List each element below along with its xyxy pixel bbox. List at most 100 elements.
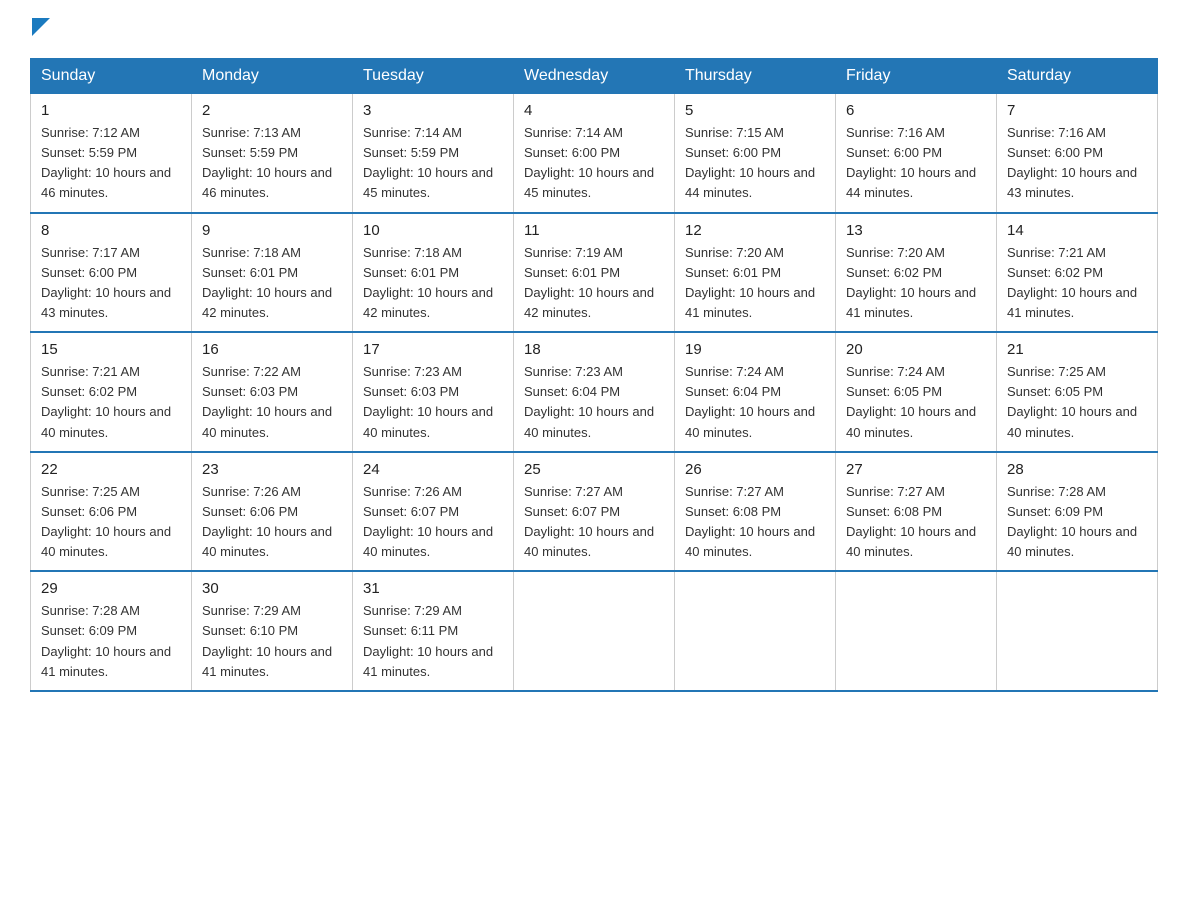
table-row <box>836 571 997 691</box>
day-info: Sunrise: 7:25 AMSunset: 6:05 PMDaylight:… <box>1007 362 1147 443</box>
day-info: Sunrise: 7:16 AMSunset: 6:00 PMDaylight:… <box>846 123 986 204</box>
table-row: 28 Sunrise: 7:28 AMSunset: 6:09 PMDaylig… <box>997 452 1158 572</box>
day-number: 21 <box>1007 341 1147 358</box>
day-info: Sunrise: 7:14 AMSunset: 5:59 PMDaylight:… <box>363 123 503 204</box>
day-info: Sunrise: 7:21 AMSunset: 6:02 PMDaylight:… <box>1007 243 1147 324</box>
day-number: 12 <box>685 222 825 239</box>
day-number: 10 <box>363 222 503 239</box>
table-row: 31 Sunrise: 7:29 AMSunset: 6:11 PMDaylig… <box>353 571 514 691</box>
table-row: 10 Sunrise: 7:18 AMSunset: 6:01 PMDaylig… <box>353 213 514 333</box>
day-number: 16 <box>202 341 342 358</box>
day-number: 28 <box>1007 461 1147 478</box>
table-row: 12 Sunrise: 7:20 AMSunset: 6:01 PMDaylig… <box>675 213 836 333</box>
calendar-table: Sunday Monday Tuesday Wednesday Thursday… <box>30 58 1158 692</box>
day-info: Sunrise: 7:14 AMSunset: 6:00 PMDaylight:… <box>524 123 664 204</box>
col-friday: Friday <box>836 59 997 94</box>
table-row: 14 Sunrise: 7:21 AMSunset: 6:02 PMDaylig… <box>997 213 1158 333</box>
day-info: Sunrise: 7:13 AMSunset: 5:59 PMDaylight:… <box>202 123 342 204</box>
day-info: Sunrise: 7:12 AMSunset: 5:59 PMDaylight:… <box>41 123 181 204</box>
day-number: 25 <box>524 461 664 478</box>
day-info: Sunrise: 7:24 AMSunset: 6:05 PMDaylight:… <box>846 362 986 443</box>
table-row: 9 Sunrise: 7:18 AMSunset: 6:01 PMDayligh… <box>192 213 353 333</box>
table-row <box>997 571 1158 691</box>
table-row: 8 Sunrise: 7:17 AMSunset: 6:00 PMDayligh… <box>31 213 192 333</box>
table-row: 24 Sunrise: 7:26 AMSunset: 6:07 PMDaylig… <box>353 452 514 572</box>
day-number: 30 <box>202 580 342 597</box>
day-number: 20 <box>846 341 986 358</box>
calendar-week-row: 1 Sunrise: 7:12 AMSunset: 5:59 PMDayligh… <box>31 94 1158 213</box>
day-info: Sunrise: 7:23 AMSunset: 6:03 PMDaylight:… <box>363 362 503 443</box>
day-info: Sunrise: 7:21 AMSunset: 6:02 PMDaylight:… <box>41 362 181 443</box>
day-number: 9 <box>202 222 342 239</box>
day-number: 13 <box>846 222 986 239</box>
day-info: Sunrise: 7:20 AMSunset: 6:02 PMDaylight:… <box>846 243 986 324</box>
day-info: Sunrise: 7:28 AMSunset: 6:09 PMDaylight:… <box>41 601 181 682</box>
day-info: Sunrise: 7:18 AMSunset: 6:01 PMDaylight:… <box>202 243 342 324</box>
calendar-week-row: 22 Sunrise: 7:25 AMSunset: 6:06 PMDaylig… <box>31 452 1158 572</box>
calendar-week-row: 8 Sunrise: 7:17 AMSunset: 6:00 PMDayligh… <box>31 213 1158 333</box>
day-info: Sunrise: 7:22 AMSunset: 6:03 PMDaylight:… <box>202 362 342 443</box>
table-row <box>514 571 675 691</box>
day-number: 7 <box>1007 102 1147 119</box>
day-number: 2 <box>202 102 342 119</box>
table-row: 5 Sunrise: 7:15 AMSunset: 6:00 PMDayligh… <box>675 94 836 213</box>
day-info: Sunrise: 7:16 AMSunset: 6:00 PMDaylight:… <box>1007 123 1147 204</box>
day-number: 31 <box>363 580 503 597</box>
table-row: 3 Sunrise: 7:14 AMSunset: 5:59 PMDayligh… <box>353 94 514 213</box>
calendar-week-row: 29 Sunrise: 7:28 AMSunset: 6:09 PMDaylig… <box>31 571 1158 691</box>
day-info: Sunrise: 7:17 AMSunset: 6:00 PMDaylight:… <box>41 243 181 324</box>
day-info: Sunrise: 7:23 AMSunset: 6:04 PMDaylight:… <box>524 362 664 443</box>
day-number: 19 <box>685 341 825 358</box>
col-saturday: Saturday <box>997 59 1158 94</box>
day-info: Sunrise: 7:27 AMSunset: 6:07 PMDaylight:… <box>524 482 664 563</box>
table-row: 26 Sunrise: 7:27 AMSunset: 6:08 PMDaylig… <box>675 452 836 572</box>
table-row: 17 Sunrise: 7:23 AMSunset: 6:03 PMDaylig… <box>353 332 514 452</box>
day-info: Sunrise: 7:26 AMSunset: 6:06 PMDaylight:… <box>202 482 342 563</box>
table-row: 1 Sunrise: 7:12 AMSunset: 5:59 PMDayligh… <box>31 94 192 213</box>
table-row: 15 Sunrise: 7:21 AMSunset: 6:02 PMDaylig… <box>31 332 192 452</box>
table-row: 20 Sunrise: 7:24 AMSunset: 6:05 PMDaylig… <box>836 332 997 452</box>
table-row: 23 Sunrise: 7:26 AMSunset: 6:06 PMDaylig… <box>192 452 353 572</box>
day-number: 26 <box>685 461 825 478</box>
day-number: 14 <box>1007 222 1147 239</box>
table-row: 2 Sunrise: 7:13 AMSunset: 5:59 PMDayligh… <box>192 94 353 213</box>
calendar-week-row: 15 Sunrise: 7:21 AMSunset: 6:02 PMDaylig… <box>31 332 1158 452</box>
day-number: 17 <box>363 341 503 358</box>
day-number: 6 <box>846 102 986 119</box>
day-number: 18 <box>524 341 664 358</box>
day-number: 1 <box>41 102 181 119</box>
day-number: 4 <box>524 102 664 119</box>
col-monday: Monday <box>192 59 353 94</box>
day-info: Sunrise: 7:27 AMSunset: 6:08 PMDaylight:… <box>846 482 986 563</box>
day-number: 3 <box>363 102 503 119</box>
table-row: 16 Sunrise: 7:22 AMSunset: 6:03 PMDaylig… <box>192 332 353 452</box>
day-number: 29 <box>41 580 181 597</box>
day-info: Sunrise: 7:25 AMSunset: 6:06 PMDaylight:… <box>41 482 181 563</box>
table-row: 6 Sunrise: 7:16 AMSunset: 6:00 PMDayligh… <box>836 94 997 213</box>
table-row: 18 Sunrise: 7:23 AMSunset: 6:04 PMDaylig… <box>514 332 675 452</box>
table-row: 25 Sunrise: 7:27 AMSunset: 6:07 PMDaylig… <box>514 452 675 572</box>
logo <box>30 20 54 40</box>
day-number: 11 <box>524 222 664 239</box>
day-info: Sunrise: 7:29 AMSunset: 6:11 PMDaylight:… <box>363 601 503 682</box>
day-info: Sunrise: 7:29 AMSunset: 6:10 PMDaylight:… <box>202 601 342 682</box>
day-number: 8 <box>41 222 181 239</box>
day-number: 23 <box>202 461 342 478</box>
day-info: Sunrise: 7:27 AMSunset: 6:08 PMDaylight:… <box>685 482 825 563</box>
table-row: 7 Sunrise: 7:16 AMSunset: 6:00 PMDayligh… <box>997 94 1158 213</box>
day-number: 5 <box>685 102 825 119</box>
table-row: 19 Sunrise: 7:24 AMSunset: 6:04 PMDaylig… <box>675 332 836 452</box>
day-info: Sunrise: 7:26 AMSunset: 6:07 PMDaylight:… <box>363 482 503 563</box>
day-info: Sunrise: 7:19 AMSunset: 6:01 PMDaylight:… <box>524 243 664 324</box>
day-info: Sunrise: 7:15 AMSunset: 6:00 PMDaylight:… <box>685 123 825 204</box>
day-number: 27 <box>846 461 986 478</box>
table-row: 13 Sunrise: 7:20 AMSunset: 6:02 PMDaylig… <box>836 213 997 333</box>
day-info: Sunrise: 7:20 AMSunset: 6:01 PMDaylight:… <box>685 243 825 324</box>
day-info: Sunrise: 7:28 AMSunset: 6:09 PMDaylight:… <box>1007 482 1147 563</box>
day-number: 22 <box>41 461 181 478</box>
table-row: 22 Sunrise: 7:25 AMSunset: 6:06 PMDaylig… <box>31 452 192 572</box>
table-row: 4 Sunrise: 7:14 AMSunset: 6:00 PMDayligh… <box>514 94 675 213</box>
day-number: 24 <box>363 461 503 478</box>
col-tuesday: Tuesday <box>353 59 514 94</box>
day-number: 15 <box>41 341 181 358</box>
